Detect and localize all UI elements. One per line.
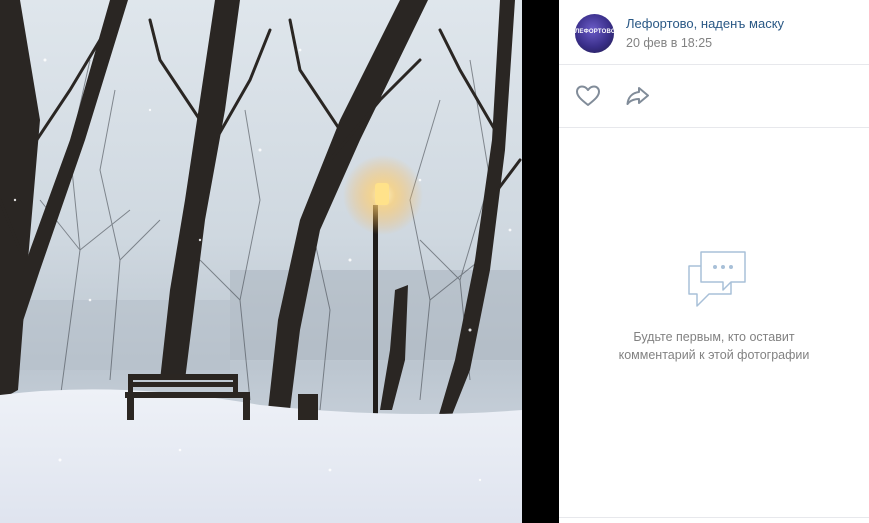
comments-empty-state: Будьте первым, кто оставит комментарий к… xyxy=(559,128,869,518)
post-date[interactable]: 20 фев в 18:25 xyxy=(626,36,712,50)
post-actions xyxy=(559,65,869,128)
avatar[interactable]: ЛЕФОРТОВО xyxy=(575,14,614,53)
viewer-gap xyxy=(522,0,559,523)
empty-comments-line1: Будьте первым, кто оставит xyxy=(633,330,795,344)
photo-viewer[interactable] xyxy=(0,0,522,523)
post-sidebar: ЛЕФОРТОВО Лефортово, наденъ маску 20 фев… xyxy=(559,0,869,523)
empty-comments-line2: комментарий к этой фотографии xyxy=(618,348,810,362)
avatar-logo-text: ЛЕФОРТОВО xyxy=(575,29,614,35)
post-header: ЛЕФОРТОВО Лефортово, наденъ маску 20 фев… xyxy=(559,0,869,65)
heart-icon[interactable] xyxy=(575,84,601,108)
author-link[interactable]: Лефортово, наденъ маску xyxy=(626,16,784,31)
comment-bubbles-icon xyxy=(688,251,746,307)
empty-comments-message: Будьте первым, кто оставит комментарий к… xyxy=(589,328,839,364)
share-arrow-icon[interactable] xyxy=(625,84,651,108)
bottom-divider xyxy=(559,517,869,518)
winter-park-photo xyxy=(0,0,522,523)
